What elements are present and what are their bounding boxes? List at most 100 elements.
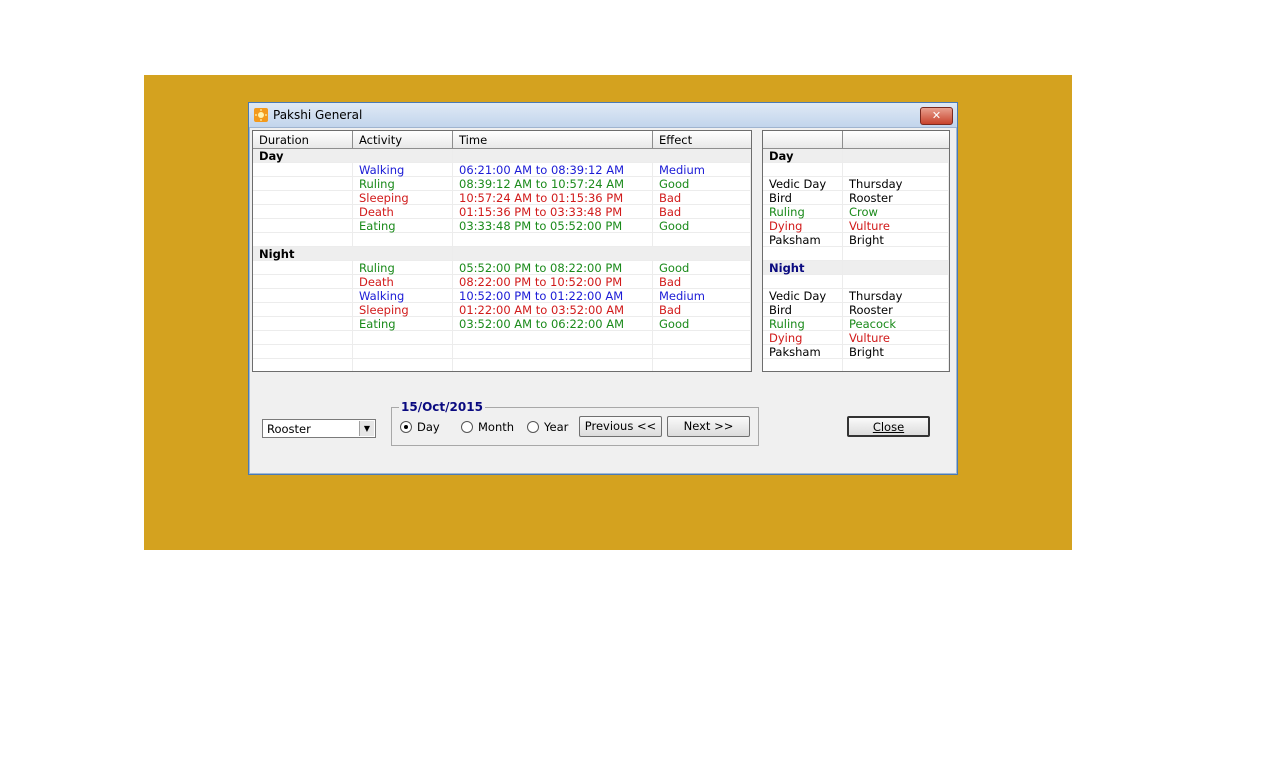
summary-row[interactable]: Vedic Day Thursday (763, 289, 949, 303)
close-button[interactable]: Close (847, 416, 930, 437)
cell-activity: Walking (353, 289, 453, 303)
table-cell (253, 163, 353, 177)
table-row[interactable]: Sleeping 10:57:24 AM to 01:15:36 PM Bad (253, 191, 751, 205)
summary-key: Dying (763, 219, 843, 233)
summary-value: Bright (843, 233, 949, 247)
table-cell (253, 275, 353, 289)
chevron-down-icon[interactable]: ▼ (359, 421, 374, 436)
summary-value: Rooster (843, 303, 949, 317)
title-bar[interactable]: Pakshi General ✕ (249, 103, 957, 128)
summary-row[interactable] (763, 275, 949, 289)
table-row[interactable]: Walking 10:52:00 PM to 01:22:00 AM Medium (253, 289, 751, 303)
summary-row[interactable] (763, 163, 949, 177)
table-row[interactable]: Walking 06:21:00 AM to 08:39:12 AM Medium (253, 163, 751, 177)
table-section-row[interactable]: Night (253, 247, 751, 261)
summary-row[interactable] (763, 359, 949, 371)
cell-effect: Good (653, 177, 751, 191)
summary-row[interactable]: Dying Vulture (763, 219, 949, 233)
cell-activity: Ruling (353, 261, 453, 275)
table-row[interactable]: Eating 03:33:48 PM to 05:52:00 PM Good (253, 219, 751, 233)
cell-activity: Ruling (353, 177, 453, 191)
summary-key: Bird (763, 191, 843, 205)
close-window-button[interactable]: ✕ (920, 107, 953, 125)
summary-key: Paksham (763, 233, 843, 247)
table-cell (253, 303, 353, 317)
column-header-effect[interactable]: Effect (653, 131, 751, 148)
column-header-duration[interactable]: Duration (253, 131, 353, 148)
table-cell (353, 359, 453, 371)
summary-value: Rooster (843, 191, 949, 205)
previous-button[interactable]: Previous << (579, 416, 662, 437)
summary-key: Ruling (763, 205, 843, 219)
radio-month-indicator[interactable] (461, 421, 473, 433)
table-cell (353, 331, 453, 345)
cell-activity: Walking (353, 163, 453, 177)
radio-month-label: Month (478, 420, 515, 434)
summary-row[interactable]: Dying Vulture (763, 331, 949, 345)
table-cell (253, 359, 353, 371)
summary-cell (843, 275, 949, 289)
table-cell (253, 331, 353, 345)
cell-effect: Medium (653, 289, 751, 303)
cell-time: 06:21:00 AM to 08:39:12 AM (453, 163, 653, 177)
column-header-time[interactable]: Time (453, 131, 653, 148)
table-cell (653, 233, 751, 247)
summary-row[interactable]: Paksham Bright (763, 233, 949, 247)
table-row[interactable]: Death 01:15:36 PM to 03:33:48 PM Bad (253, 205, 751, 219)
radio-year-indicator[interactable] (527, 421, 539, 433)
cell-time: 03:33:48 PM to 05:52:00 PM (453, 219, 653, 233)
table-row[interactable]: Eating 03:52:00 AM to 06:22:00 AM Good (253, 317, 751, 331)
table-row[interactable] (253, 233, 751, 247)
cell-effect: Bad (653, 275, 751, 289)
summary-cell (843, 149, 949, 163)
cell-time: 01:22:00 AM to 03:52:00 AM (453, 303, 653, 317)
table-cell (453, 345, 653, 359)
summary-row[interactable]: Paksham Bright (763, 345, 949, 359)
next-button[interactable]: Next >> (667, 416, 750, 437)
column-header-activity[interactable]: Activity (353, 131, 453, 148)
cell-effect: Bad (653, 205, 751, 219)
summary-cell (763, 247, 843, 261)
table-cell (253, 261, 353, 275)
summary-row[interactable]: Bird Rooster (763, 303, 949, 317)
table-row[interactable]: Ruling 05:52:00 PM to 08:22:00 PM Good (253, 261, 751, 275)
summary-section-row[interactable]: Night (763, 261, 949, 275)
cell-time: 10:57:24 AM to 01:15:36 PM (453, 191, 653, 205)
summary-row[interactable]: Vedic Day Thursday (763, 177, 949, 191)
summary-cell (843, 163, 949, 177)
table-header: Duration Activity Time Effect (253, 131, 751, 149)
table-cell (653, 359, 751, 371)
summary-row[interactable]: Ruling Peacock (763, 317, 949, 331)
table-cell (253, 233, 353, 247)
table-cell (353, 233, 453, 247)
summary-table-header (763, 131, 949, 149)
summary-value: Vulture (843, 219, 949, 233)
window-title: Pakshi General (273, 108, 363, 122)
table-cell (453, 331, 653, 345)
summary-column-header-key[interactable] (763, 131, 843, 148)
table-row[interactable] (253, 359, 751, 371)
pakshi-general-window: Pakshi General ✕ Duration Activity Time … (248, 102, 958, 475)
summary-value: Bright (843, 345, 949, 359)
bird-select[interactable]: Rooster ▼ (262, 419, 376, 438)
table-cell (353, 345, 453, 359)
table-row[interactable] (253, 345, 751, 359)
summary-key: Paksham (763, 345, 843, 359)
cell-activity: Eating (353, 219, 453, 233)
summary-value: Vulture (843, 331, 949, 345)
table-row[interactable]: Sleeping 01:22:00 AM to 03:52:00 AM Bad (253, 303, 751, 317)
table-row[interactable]: Death 08:22:00 PM to 10:52:00 PM Bad (253, 275, 751, 289)
table-cell (253, 289, 353, 303)
cell-time: 10:52:00 PM to 01:22:00 AM (453, 289, 653, 303)
table-cell (253, 317, 353, 331)
table-row[interactable] (253, 331, 751, 345)
table-section-row[interactable]: Day (253, 149, 751, 163)
summary-row[interactable]: Bird Rooster (763, 191, 949, 205)
radio-day-label: Day (417, 420, 440, 434)
summary-row[interactable]: Ruling Crow (763, 205, 949, 219)
summary-section-row[interactable]: Day (763, 149, 949, 163)
summary-row[interactable] (763, 247, 949, 261)
radio-day-indicator[interactable] (400, 421, 412, 433)
summary-column-header-value[interactable] (843, 131, 949, 148)
table-row[interactable]: Ruling 08:39:12 AM to 10:57:24 AM Good (253, 177, 751, 191)
